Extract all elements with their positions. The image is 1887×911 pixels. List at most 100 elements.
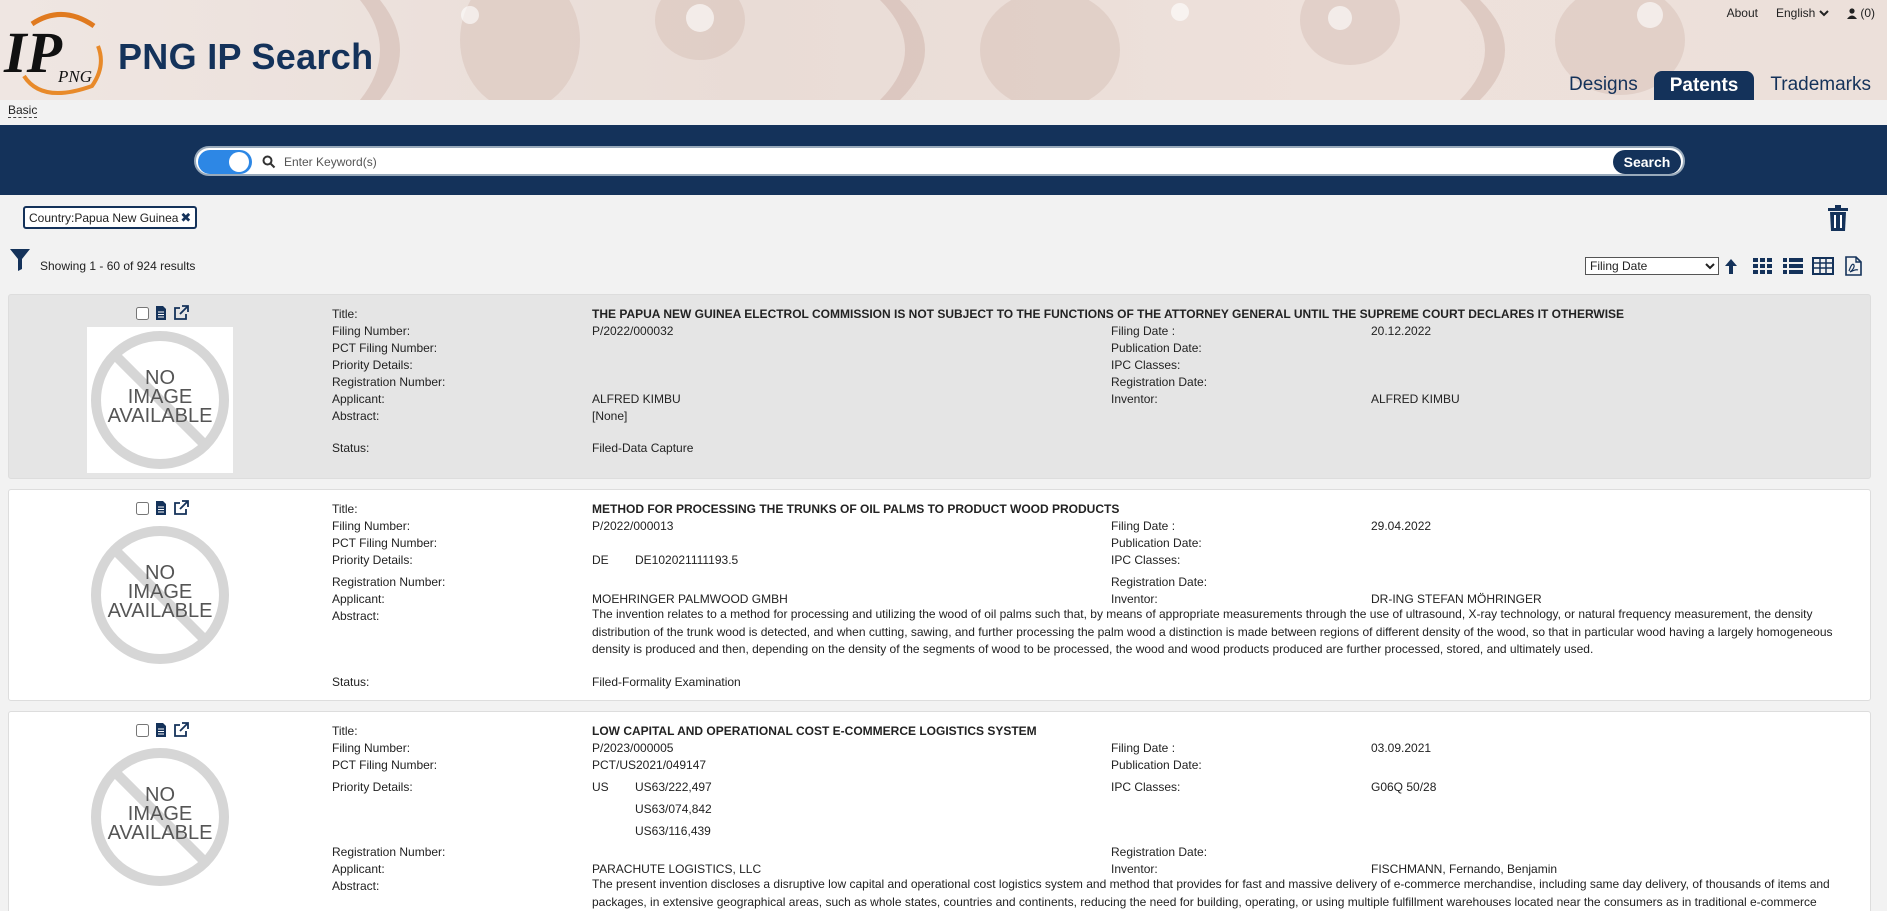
arrow-up-icon[interactable]	[1724, 257, 1738, 275]
abstract: [None]	[592, 409, 628, 423]
ipc-classes: G06Q 50/28	[1371, 780, 1437, 794]
search-mode-toggle[interactable]	[198, 150, 252, 174]
no-image-placeholder: NO IMAGE AVAILABLE	[87, 744, 233, 890]
label-status: Status:	[332, 675, 370, 689]
filing-date: 29.04.2022	[1371, 519, 1432, 533]
label-registration-number: Registration Number:	[332, 375, 446, 389]
trash-icon[interactable]	[1827, 205, 1849, 231]
filing-date: 20.12.2022	[1371, 324, 1432, 338]
abstract: The present invention discloses a disrup…	[592, 877, 1830, 909]
top-nav: About English (0)	[1727, 6, 1875, 20]
tab-patents[interactable]: Patents	[1653, 71, 1755, 100]
label-priority-details: Priority Details:	[332, 553, 413, 567]
label-filing-date: Filing Date :	[1111, 741, 1176, 755]
filter-chip-country[interactable]: Country:Papua New Guinea ✖	[23, 206, 198, 229]
search-band: Search	[0, 125, 1887, 195]
select-checkbox[interactable]	[136, 723, 149, 737]
view-toggle-group	[1752, 256, 1864, 276]
label-applicant: Applicant:	[332, 392, 385, 406]
label-title: Title:	[332, 724, 358, 738]
label-inventor: Inventor:	[1111, 592, 1158, 606]
select-checkbox[interactable]	[136, 501, 149, 515]
applicant: MOEHRINGER PALMWOOD GMBH	[592, 592, 788, 606]
label-filing-date: Filing Date :	[1111, 519, 1176, 533]
filing-date: 03.09.2021	[1371, 741, 1432, 755]
search-input[interactable]	[284, 151, 1574, 173]
applicant: ALFRED KIMBU	[592, 392, 681, 406]
filter-funnel-icon[interactable]	[10, 249, 30, 271]
label-applicant: Applicant:	[332, 592, 385, 606]
label-filing-number: Filing Number:	[332, 519, 411, 533]
label-filing-number: Filing Number:	[332, 324, 411, 338]
label-publication-date: Publication Date:	[1111, 341, 1202, 355]
table-view-icon[interactable]	[1812, 256, 1834, 276]
filing-number: P/2023/000005	[592, 741, 674, 755]
sort-select[interactable]: Filing Date	[1585, 257, 1719, 275]
record-title[interactable]: LOW CAPITAL AND OPERATIONAL COST E-COMME…	[592, 724, 1037, 738]
status: Filed-Formality Examination	[592, 675, 741, 689]
document-icon[interactable]	[153, 722, 169, 738]
language-label: English	[1775, 6, 1816, 20]
record-title[interactable]: THE PAPUA NEW GUINEA ELECTROL COMMISSION…	[592, 307, 1624, 321]
abstract: The invention relates to a method for pr…	[592, 607, 1833, 656]
no-image-placeholder: NO IMAGE AVAILABLE	[87, 522, 233, 668]
pdf-export-icon[interactable]	[1842, 256, 1864, 276]
tab-trademarks[interactable]: Trademarks	[1762, 71, 1879, 100]
user-icon	[1847, 7, 1858, 19]
label-registration-date: Registration Date:	[1111, 845, 1208, 859]
record-title[interactable]: METHOD FOR PROCESSING THE TRUNKS OF OIL …	[592, 502, 1119, 516]
priority-country: DE	[592, 553, 609, 567]
label-priority-details: Priority Details:	[332, 780, 413, 794]
document-icon[interactable]	[153, 305, 169, 321]
grid-view-icon[interactable]	[1752, 256, 1774, 276]
breadcrumb-basic[interactable]: Basic	[8, 103, 38, 118]
external-link-icon[interactable]	[173, 500, 189, 516]
site-title: PNG IP Search	[118, 36, 374, 77]
site-header: IP PNG PNG IP Search About English (0) D…	[0, 0, 1887, 100]
card-tools	[136, 500, 189, 516]
label-registration-date: Registration Date:	[1111, 575, 1208, 589]
list-view-icon[interactable]	[1782, 256, 1804, 276]
label-filing-date: Filing Date :	[1111, 324, 1176, 338]
label-pct-filing-number: PCT Filing Number:	[332, 758, 438, 772]
svg-text:PNG: PNG	[57, 67, 92, 86]
priority-number: US63/222,497	[635, 780, 712, 794]
about-link[interactable]: About	[1727, 6, 1758, 20]
label-registration-number: Registration Number:	[332, 845, 446, 859]
ipa-png-logo[interactable]: IP PNG	[2, 6, 108, 98]
inventor: FISCHMANN, Fernando, Benjamin	[1371, 862, 1558, 876]
no-image-text-3: AVAILABLE	[108, 822, 213, 844]
label-title: Title:	[332, 502, 358, 516]
label-abstract: Abstract:	[332, 609, 380, 623]
inventor: DR-ING STEFAN MÖHRINGER	[1371, 592, 1542, 606]
search-button[interactable]: Search	[1613, 150, 1681, 174]
label-publication-date: Publication Date:	[1111, 758, 1202, 772]
remove-filter-icon[interactable]: ✖	[180, 210, 191, 226]
label-abstract: Abstract:	[332, 409, 380, 423]
language-selector[interactable]: English	[1775, 6, 1830, 20]
document-icon[interactable]	[153, 500, 169, 516]
label-ipc-classes: IPC Classes:	[1111, 553, 1181, 567]
tab-designs[interactable]: Designs	[1561, 71, 1646, 100]
filing-number: P/2022/000032	[592, 324, 674, 338]
select-checkbox[interactable]	[136, 306, 149, 320]
status: Filed-Data Capture	[592, 441, 694, 455]
card-tools	[136, 722, 189, 738]
cart-count: (0)	[1860, 6, 1875, 20]
label-priority-details: Priority Details:	[332, 358, 413, 372]
label-pct-filing-number: PCT Filing Number:	[332, 341, 438, 355]
chevron-down-icon	[1819, 10, 1830, 17]
user-account-link[interactable]: (0)	[1847, 6, 1875, 20]
external-link-icon[interactable]	[173, 722, 189, 738]
external-link-icon[interactable]	[173, 305, 189, 321]
inventor: ALFRED KIMBU	[1371, 392, 1460, 406]
label-publication-date: Publication Date:	[1111, 536, 1202, 550]
ip-type-tabs: Designs Patents Trademarks	[1561, 71, 1879, 100]
label-abstract: Abstract:	[332, 879, 380, 893]
svg-text:IP: IP	[3, 20, 63, 85]
label-registration-number: Registration Number:	[332, 575, 446, 589]
no-image-placeholder: NO IMAGE AVAILABLE	[87, 327, 233, 473]
priority-number: US63/116,439	[635, 824, 711, 838]
results-count: Showing 1 - 60 of 924 results	[40, 259, 196, 273]
priority-number: DE102021111193.5	[635, 553, 739, 567]
